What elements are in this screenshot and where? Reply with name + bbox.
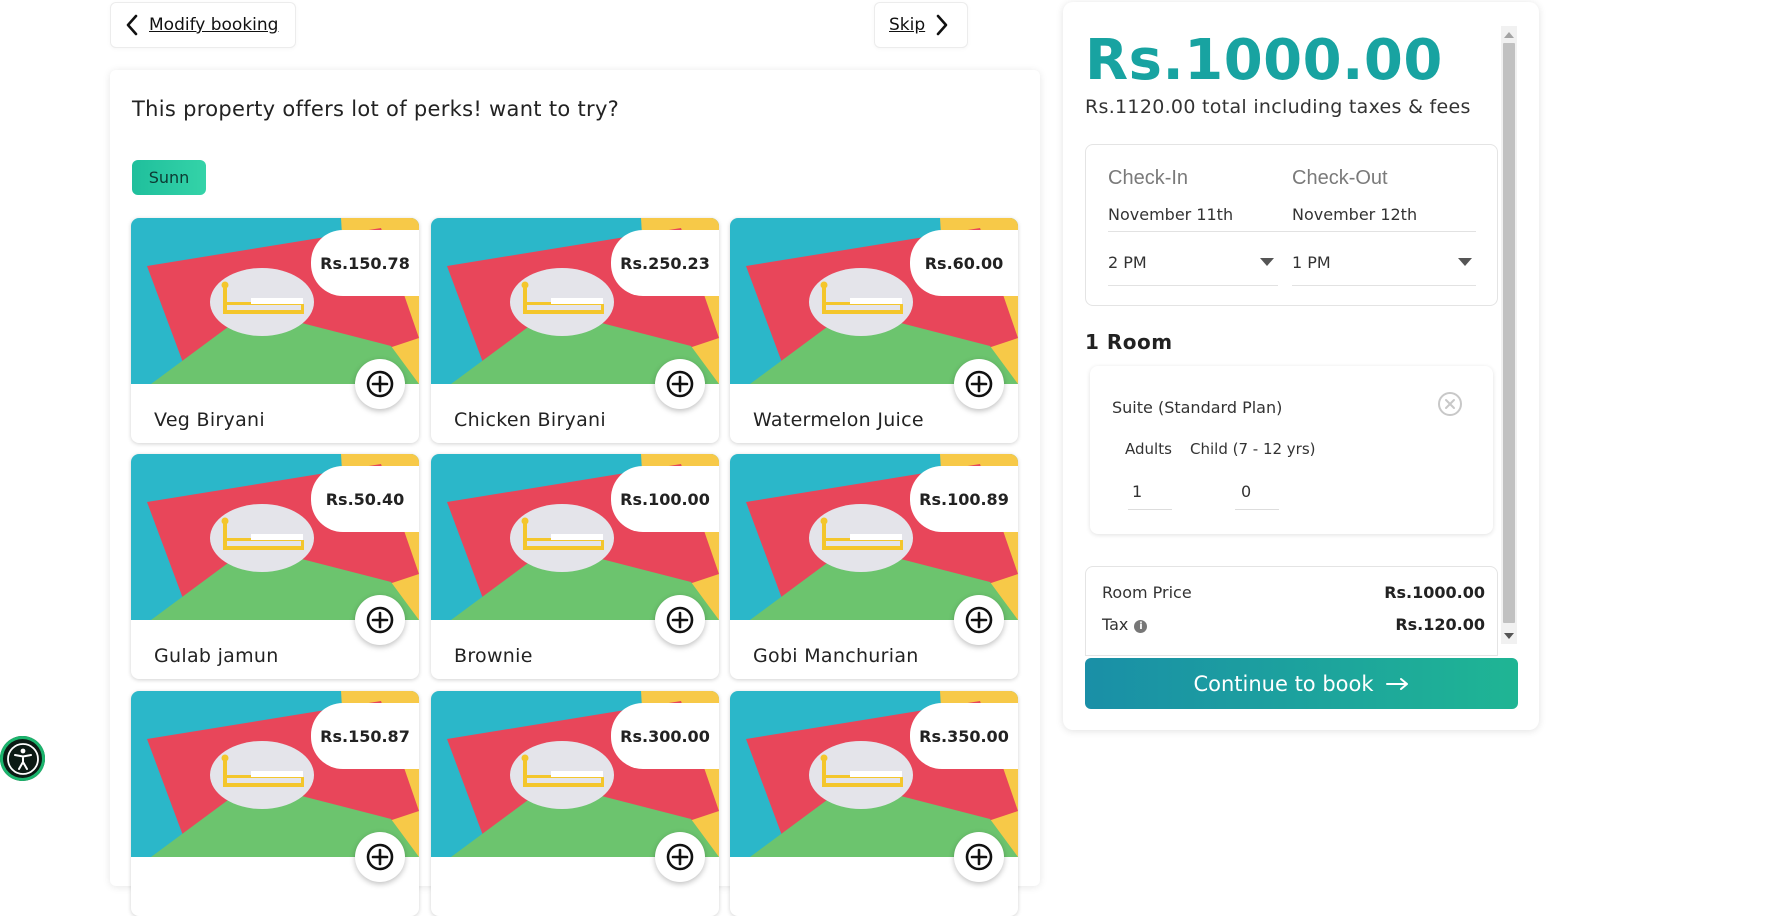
- room-plan-name: Suite (Standard Plan): [1112, 398, 1283, 417]
- plus-circle-icon: [666, 606, 694, 634]
- child-label: Child (7 - 12 yrs): [1190, 440, 1316, 458]
- room-price-value: Rs.1000.00: [1384, 583, 1485, 602]
- perks-panel: This property offers lot of perks! want …: [110, 70, 1040, 916]
- booking-summary-panel: Rs.1000.00 Rs.1120.00 total including ta…: [1063, 2, 1539, 730]
- plus-circle-icon: [965, 370, 993, 398]
- perk-name: Chicken Biryani: [454, 409, 606, 431]
- perk-price: Rs.300.00: [611, 703, 719, 769]
- checkin-label: Check-In: [1108, 167, 1189, 189]
- add-perk-button[interactable]: [655, 832, 705, 882]
- rooms-count-title: 1 Room: [1085, 330, 1173, 354]
- modify-booking-button[interactable]: Modify booking: [110, 2, 296, 48]
- caret-down-icon: [1260, 258, 1274, 266]
- checkout-time-value: 1 PM: [1292, 253, 1331, 272]
- plus-circle-icon: [366, 843, 394, 871]
- plus-circle-icon: [666, 843, 694, 871]
- perk-price: Rs.250.23: [611, 230, 719, 296]
- dates-box: Check-In Check-Out November 11th Novembe…: [1085, 144, 1498, 306]
- add-perk-button[interactable]: [954, 359, 1004, 409]
- checkout-date[interactable]: November 12th: [1292, 205, 1417, 224]
- arrow-right-icon: [1385, 677, 1408, 690]
- plus-circle-icon: [965, 843, 993, 871]
- perk-price: Rs.60.00: [910, 230, 1018, 296]
- scrollbar-thumb[interactable]: [1503, 43, 1515, 623]
- perk-card: Rs.50.40 Gulab jamun: [131, 454, 419, 679]
- perk-price: Rs.50.40: [311, 466, 419, 532]
- add-perk-button[interactable]: [655, 595, 705, 645]
- perk-price: Rs.350.00: [910, 703, 1018, 769]
- tax-value: Rs.120.00: [1395, 615, 1485, 634]
- perk-card: Rs.100.00 Brownie: [431, 454, 719, 679]
- scroll-up-arrow-icon[interactable]: [1504, 32, 1514, 38]
- tax-label: Tax: [1102, 615, 1129, 634]
- checkout-label: Check-Out: [1292, 167, 1388, 189]
- add-perk-button[interactable]: [954, 595, 1004, 645]
- plus-circle-icon: [366, 606, 394, 634]
- perk-name: Veg Biryani: [154, 409, 265, 431]
- accessibility-button[interactable]: [0, 736, 45, 781]
- adults-label: Adults: [1125, 440, 1172, 458]
- checkin-time-select[interactable]: 2 PM: [1108, 249, 1278, 286]
- plus-circle-icon: [666, 370, 694, 398]
- perk-card: Rs.150.78 Veg Biryani: [131, 218, 419, 443]
- close-icon: [1445, 399, 1455, 409]
- add-perk-button[interactable]: [655, 359, 705, 409]
- accessibility-icon: [6, 742, 39, 775]
- perk-card: Rs.350.00: [730, 691, 1018, 916]
- perk-name: Brownie: [454, 645, 533, 667]
- room-card: Suite (Standard Plan) Adults Child (7 - …: [1090, 366, 1493, 534]
- continue-label: Continue to book: [1193, 671, 1374, 696]
- perk-price: Rs.150.78: [311, 230, 419, 296]
- info-icon[interactable]: i: [1134, 620, 1148, 633]
- perk-card: Rs.100.89 Gobi Manchurian: [730, 454, 1018, 679]
- divider: [1108, 231, 1476, 232]
- perk-card: Rs.300.00: [431, 691, 719, 916]
- perk-name: Gulab jamun: [154, 645, 279, 667]
- plus-circle-icon: [366, 370, 394, 398]
- chevron-right-icon: [936, 14, 948, 36]
- chevron-left-icon: [126, 14, 138, 36]
- remove-room-button[interactable]: [1438, 392, 1462, 416]
- checkout-time-select[interactable]: 1 PM: [1292, 249, 1476, 286]
- room-price-row: Room Price Rs.1000.00: [1102, 583, 1485, 602]
- perk-name: Watermelon Juice: [753, 409, 924, 431]
- plus-circle-icon: [965, 606, 993, 634]
- total-price-text: Rs.1120.00 total including taxes & fees: [1085, 96, 1471, 118]
- add-perk-button[interactable]: [355, 359, 405, 409]
- perk-price: Rs.100.00: [611, 466, 719, 532]
- modify-booking-label: Modify booking: [149, 15, 279, 35]
- tax-row: Tax i Rs.120.00: [1102, 615, 1485, 634]
- adults-input[interactable]: 1: [1128, 476, 1172, 510]
- perk-price: Rs.100.89: [910, 466, 1018, 532]
- child-input[interactable]: 0: [1235, 476, 1279, 510]
- add-perk-button[interactable]: [954, 832, 1004, 882]
- summary-scrollbar[interactable]: [1501, 26, 1517, 644]
- skip-button[interactable]: Skip: [874, 2, 968, 48]
- perk-card: Rs.250.23 Chicken Biryani: [431, 218, 719, 443]
- perk-card: Rs.150.87: [131, 691, 419, 916]
- price-breakdown: Room Price Rs.1000.00 Tax i Rs.120.00: [1085, 566, 1498, 656]
- perk-price: Rs.150.87: [311, 703, 419, 769]
- category-chip-sunn[interactable]: Sunn: [132, 160, 206, 195]
- room-price-headline: Rs.1000.00: [1085, 28, 1443, 93]
- scroll-down-arrow-icon[interactable]: [1504, 633, 1514, 639]
- perk-name: Gobi Manchurian: [753, 645, 919, 667]
- continue-to-book-button[interactable]: Continue to book: [1085, 658, 1518, 709]
- checkin-time-value: 2 PM: [1108, 253, 1147, 272]
- add-perk-button[interactable]: [355, 595, 405, 645]
- room-price-label: Room Price: [1102, 583, 1192, 602]
- add-perk-button[interactable]: [355, 832, 405, 882]
- perks-title: This property offers lot of perks! want …: [132, 97, 620, 121]
- checkin-date[interactable]: November 11th: [1108, 205, 1233, 224]
- caret-down-icon: [1458, 258, 1472, 266]
- perk-card: Rs.60.00 Watermelon Juice: [730, 218, 1018, 443]
- skip-label: Skip: [889, 15, 926, 35]
